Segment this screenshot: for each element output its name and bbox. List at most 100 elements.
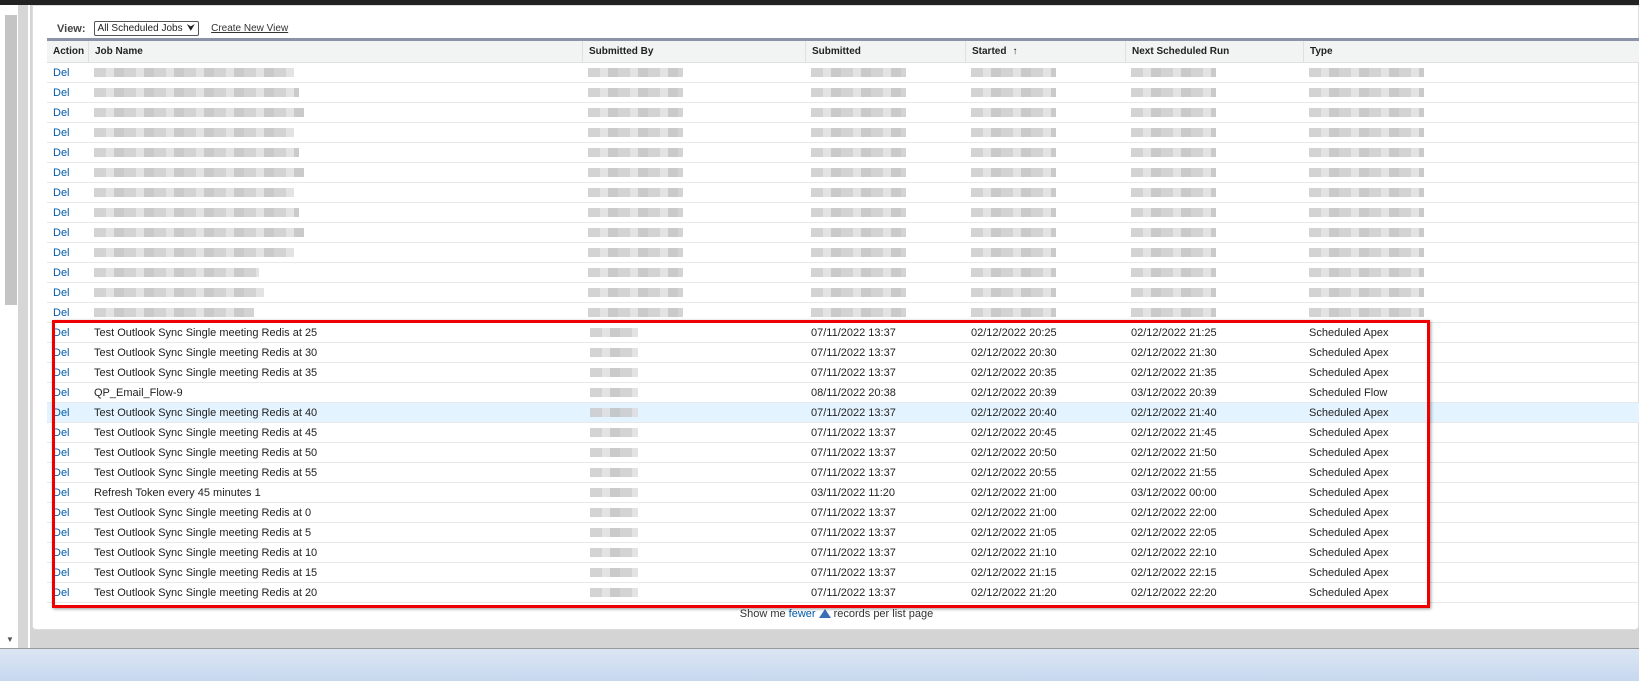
- delete-link[interactable]: Del: [47, 443, 88, 462]
- delete-link[interactable]: Del: [47, 423, 88, 442]
- triangle-up-icon[interactable]: [818, 609, 831, 618]
- delete-link[interactable]: Del: [47, 223, 88, 242]
- table-row-redacted: Del: [47, 143, 1639, 163]
- delete-link[interactable]: Del: [47, 403, 88, 422]
- column-header-label: Type: [1310, 46, 1333, 57]
- submitted-by-cell-redacted: [582, 523, 805, 542]
- delete-link[interactable]: Del: [47, 463, 88, 482]
- table-header: Action Job Name Submitted By Submitted Start…: [47, 41, 1639, 63]
- submitted-cell: 07/11/2022 13:37: [811, 326, 896, 339]
- redacted-cell: [965, 183, 1125, 202]
- delete-link[interactable]: Del: [47, 483, 88, 502]
- redacted-cell: [1125, 263, 1303, 282]
- redacted-cell: [965, 103, 1125, 122]
- delete-link[interactable]: Del: [47, 83, 88, 102]
- redacted-content: [1131, 88, 1216, 97]
- delete-link[interactable]: Del: [47, 503, 88, 522]
- redacted-cell: [582, 83, 805, 102]
- delete-link[interactable]: Del: [47, 523, 88, 542]
- view-select[interactable]: All Scheduled Jobs ⮟: [93, 21, 200, 36]
- delete-link[interactable]: Del: [47, 123, 88, 142]
- table-row-redacted: Del: [47, 123, 1639, 143]
- fewer-records-link[interactable]: fewer: [789, 608, 816, 620]
- type-cell: Scheduled Apex: [1309, 546, 1389, 559]
- job-name-cell: Test Outlook Sync Single meeting Redis a…: [94, 506, 312, 519]
- delete-link[interactable]: Del: [47, 323, 88, 342]
- started-cell: 02/12/2022 21:10: [971, 546, 1057, 559]
- submitted-cell: 07/11/2022 13:37: [811, 566, 896, 579]
- delete-link[interactable]: Del: [47, 263, 88, 282]
- redacted-cell: [965, 203, 1125, 222]
- redacted-content: [1309, 228, 1424, 237]
- redacted-content: [971, 228, 1056, 237]
- redacted-cell: [965, 223, 1125, 242]
- redacted-content: [590, 588, 638, 597]
- redacted-content: [971, 108, 1056, 117]
- delete-link[interactable]: Del: [47, 583, 88, 602]
- next-scheduled-run-cell: 02/12/2022 22:05: [1131, 526, 1217, 539]
- redacted-cell: [582, 63, 805, 82]
- delete-link[interactable]: Del: [47, 63, 88, 82]
- submitted-by-cell-redacted: [582, 323, 805, 342]
- column-header-action[interactable]: Action: [47, 41, 88, 62]
- redacted-cell: [805, 223, 965, 242]
- column-header-type[interactable]: Type: [1303, 41, 1568, 62]
- redacted-content: [971, 88, 1056, 97]
- delete-link[interactable]: Del: [47, 343, 88, 362]
- delete-link[interactable]: Del: [47, 163, 88, 182]
- redacted-content: [811, 188, 906, 197]
- redacted-content: [811, 68, 906, 77]
- submitted-cell: 07/11/2022 13:37: [811, 366, 896, 379]
- table-row: Del Test Outlook Sync Single meeting Redi…: [47, 463, 1639, 483]
- redacted-content: [1309, 128, 1424, 137]
- redacted-cell: [88, 203, 582, 222]
- redacted-cell: [1125, 63, 1303, 82]
- footer-suffix: records per list page: [833, 608, 934, 620]
- redacted-content: [590, 548, 638, 557]
- column-header-started[interactable]: Started ↑: [965, 41, 1125, 62]
- next-scheduled-run-cell: 02/12/2022 21:25: [1131, 326, 1217, 339]
- redacted-cell: [805, 183, 965, 202]
- delete-link[interactable]: Del: [47, 383, 88, 402]
- column-header-submitted[interactable]: Submitted: [805, 41, 965, 62]
- redacted-content: [811, 88, 906, 97]
- started-cell: 02/12/2022 20:55: [971, 466, 1057, 479]
- delete-link[interactable]: Del: [47, 183, 88, 202]
- create-new-view-link[interactable]: Create New View: [211, 23, 288, 34]
- redacted-content: [1131, 108, 1216, 117]
- job-name-cell: Test Outlook Sync Single meeting Redis a…: [94, 426, 318, 439]
- delete-link[interactable]: Del: [47, 363, 88, 382]
- submitted-by-cell-redacted: [582, 483, 805, 502]
- scrollbar-thumb[interactable]: [5, 15, 17, 305]
- delete-link[interactable]: Del: [47, 563, 88, 582]
- column-header-submitted-by[interactable]: Submitted By: [582, 41, 805, 62]
- scrollbar-track[interactable]: [18, 5, 28, 648]
- scroll-down-icon[interactable]: ▼: [6, 635, 14, 644]
- redacted-content: [811, 228, 906, 237]
- redacted-cell: [582, 103, 805, 122]
- redacted-cell: [965, 123, 1125, 142]
- next-scheduled-run-cell: 03/12/2022 00:00: [1131, 486, 1217, 499]
- delete-link[interactable]: Del: [47, 243, 88, 262]
- redacted-cell: [88, 63, 582, 82]
- next-scheduled-run-cell: 02/12/2022 21:35: [1131, 366, 1217, 379]
- job-name-cell: Test Outlook Sync Single meeting Redis a…: [94, 586, 318, 599]
- redacted-content: [94, 308, 254, 317]
- redacted-content: [94, 68, 294, 77]
- delete-link[interactable]: Del: [47, 303, 88, 322]
- started-cell: 02/12/2022 20:25: [971, 326, 1057, 339]
- column-header-next-scheduled-run[interactable]: Next Scheduled Run: [1125, 41, 1303, 62]
- redacted-content: [1309, 148, 1424, 157]
- table-body: Del Del Del Del Del Del Del Del Del Del Del Del Del D…: [47, 63, 1639, 603]
- redacted-content: [588, 268, 683, 277]
- redacted-cell: [965, 243, 1125, 262]
- delete-link[interactable]: Del: [47, 543, 88, 562]
- delete-link[interactable]: Del: [47, 203, 88, 222]
- delete-link[interactable]: Del: [47, 143, 88, 162]
- table-row-redacted: Del: [47, 303, 1639, 323]
- redacted-content: [590, 408, 638, 417]
- delete-link[interactable]: Del: [47, 283, 88, 302]
- column-header-job-name[interactable]: Job Name: [88, 41, 582, 62]
- submitted-cell: 08/11/2022 20:38: [811, 386, 896, 399]
- delete-link[interactable]: Del: [47, 103, 88, 122]
